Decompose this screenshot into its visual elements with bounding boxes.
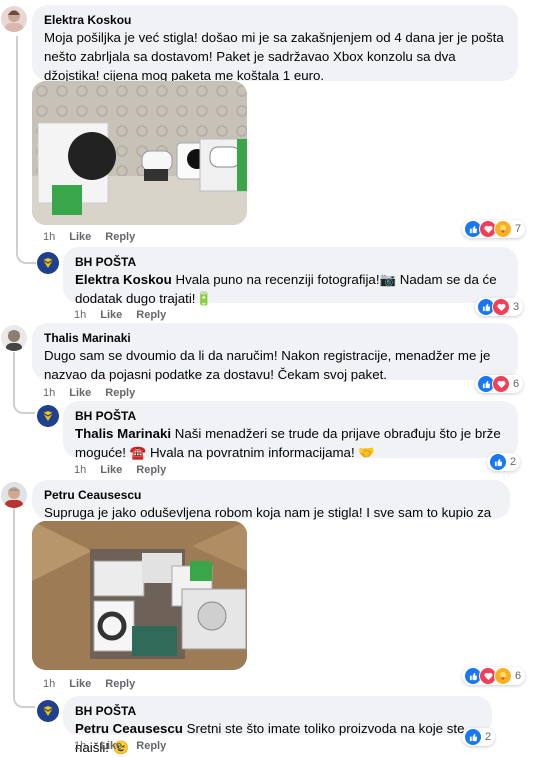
avatar[interactable] — [1, 6, 27, 32]
reply-bubble: BH POŠTA Petru Ceausescu Sretni ste što … — [63, 696, 492, 755]
reaction-count: 2 — [510, 456, 517, 468]
reaction-summary[interactable]: 3 — [475, 298, 524, 316]
xbox-photo-image — [32, 81, 247, 225]
reaction-count: 6 — [515, 670, 522, 682]
comment-meta: 1h Like Reply — [74, 308, 180, 322]
comment-author[interactable]: Thalis Marinaki — [44, 330, 506, 346]
comment-text: Thalis Marinaki Naši menadžeri se trude … — [75, 424, 506, 462]
like-icon — [489, 453, 507, 471]
comment-bubble: Petru Ceausescu Supruga je jako oduševlj… — [32, 480, 510, 539]
comment-time[interactable]: 1h — [43, 231, 55, 243]
comment-photo[interactable] — [32, 521, 247, 670]
reply-button[interactable]: Reply — [105, 231, 135, 243]
like-button[interactable]: Like — [100, 740, 122, 752]
comment-meta: 1h Like Reply — [74, 463, 180, 477]
reply-bubble: BH POŠTA Thalis Marinaki Naši menadžeri … — [63, 401, 518, 460]
comment-meta: 1h Like Reply — [43, 230, 149, 244]
reaction-count: 7 — [515, 223, 522, 235]
mention-link[interactable]: Petru Ceausescu — [75, 721, 183, 736]
comment-text: Dugo sam se dvoumio da li da naručim! Na… — [44, 348, 491, 382]
mention-link[interactable]: Elektra Koskou — [75, 272, 172, 287]
comment-bubble: Elektra Koskou Moja pošiljka je već stig… — [32, 5, 518, 83]
reply-button[interactable]: Reply — [105, 387, 135, 399]
love-icon — [492, 375, 510, 393]
comment-time[interactable]: 1h — [74, 740, 86, 752]
reply-button[interactable]: Reply — [136, 309, 166, 321]
comment-meta: 1h Like Reply — [43, 677, 149, 691]
comment-bubble: Thalis Marinaki Dugo sam se dvoumio da l… — [32, 323, 518, 382]
like-button[interactable]: Like — [69, 231, 91, 243]
comment-author[interactable]: Petru Ceausescu — [44, 487, 498, 503]
bh-posta-logo-icon[interactable] — [37, 405, 59, 427]
reaction-summary[interactable]: 2 — [462, 728, 496, 746]
reaction-summary[interactable]: 7 — [462, 220, 526, 238]
comment-author[interactable]: BH POŠTA — [75, 703, 480, 719]
comment-photo[interactable] — [32, 81, 247, 225]
comment-time[interactable]: 1h — [43, 678, 55, 690]
mention-link[interactable]: Thalis Marinaki — [75, 426, 171, 441]
love-icon — [492, 298, 510, 316]
comment-text: Elektra Koskou Hvala puno na recenziji f… — [75, 270, 506, 308]
reaction-summary[interactable]: 6 — [462, 667, 526, 685]
reaction-summary[interactable]: 2 — [487, 453, 521, 471]
comment-time[interactable]: 1h — [74, 309, 86, 321]
comment-author[interactable]: BH POŠTA — [75, 408, 506, 424]
like-icon — [464, 728, 482, 746]
comment-author[interactable]: Elektra Koskou — [44, 12, 506, 28]
care-icon — [494, 220, 512, 238]
comment-meta: 1h Like Reply — [43, 386, 149, 400]
reply-button[interactable]: Reply — [136, 740, 166, 752]
reply-button[interactable]: Reply — [136, 464, 166, 476]
reply-bubble: BH POŠTA Elektra Koskou Hvala puno na re… — [63, 247, 518, 306]
reaction-summary[interactable]: 6 — [475, 375, 524, 393]
comment-time[interactable]: 1h — [74, 464, 86, 476]
reaction-count: 6 — [513, 378, 520, 390]
like-button[interactable]: Like — [69, 387, 91, 399]
care-icon — [494, 667, 512, 685]
like-button[interactable]: Like — [100, 464, 122, 476]
reaction-count: 3 — [513, 301, 520, 313]
like-button[interactable]: Like — [100, 309, 122, 321]
like-button[interactable]: Like — [69, 678, 91, 690]
avatar[interactable] — [1, 482, 27, 508]
bh-posta-logo-icon[interactable] — [37, 252, 59, 274]
comment-time[interactable]: 1h — [43, 387, 55, 399]
comment-author[interactable]: BH POŠTA — [75, 254, 506, 270]
reaction-count: 2 — [485, 731, 492, 743]
package-photo-image — [32, 521, 247, 670]
avatar[interactable] — [1, 325, 27, 351]
reply-button[interactable]: Reply — [105, 678, 135, 690]
bh-posta-logo-icon[interactable] — [37, 700, 59, 722]
comment-text: Moja pošiljka je već stigla! došao mi je… — [44, 30, 504, 83]
